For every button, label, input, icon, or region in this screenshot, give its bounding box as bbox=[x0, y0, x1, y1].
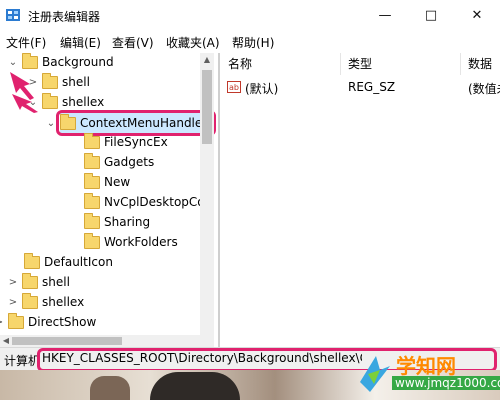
watermark-url: www.jmqz1000.com bbox=[392, 376, 500, 390]
folder-icon bbox=[84, 192, 100, 209]
column-header-data[interactable]: 数据 bbox=[468, 55, 492, 72]
value-name: (默认) bbox=[245, 82, 279, 96]
scroll-left-arrow-icon[interactable]: ◀ bbox=[0, 335, 12, 347]
tree-item-workfolders[interactable]: WorkFolders bbox=[84, 232, 178, 252]
column-divider[interactable] bbox=[340, 53, 341, 75]
pointer-arrows-icon bbox=[10, 72, 38, 113]
minimize-button[interactable]: — bbox=[362, 0, 408, 31]
menu-file[interactable]: 文件(F) bbox=[6, 34, 46, 51]
tree-item-label: Background bbox=[42, 55, 114, 69]
registry-path[interactable]: HKEY_CLASSES_ROOT\Directory\Background\s… bbox=[42, 351, 362, 365]
tree-item-label: Gadgets bbox=[104, 155, 155, 169]
folder-icon bbox=[84, 152, 100, 169]
value-data: (数值未 bbox=[468, 82, 500, 96]
menu-view[interactable]: 查看(V) bbox=[112, 34, 154, 51]
tree-item-label: shellex bbox=[42, 295, 85, 309]
tree-hscroll-thumb[interactable] bbox=[12, 337, 122, 345]
menu-favorites[interactable]: 收藏夹(A) bbox=[166, 34, 220, 51]
tree-scroll-thumb[interactable] bbox=[202, 70, 212, 144]
folder-icon bbox=[22, 52, 38, 69]
tree-item-gadgets[interactable]: Gadgets bbox=[84, 152, 154, 172]
watermark-logo-icon bbox=[360, 356, 390, 392]
maximize-button[interactable]: □ bbox=[408, 0, 454, 31]
folder-icon bbox=[22, 272, 38, 289]
tree-item-directshow[interactable]: > DirectShow bbox=[0, 312, 96, 332]
menu-bar: 文件(F) 编辑(E) 查看(V) 收藏夹(A) 帮助(H) bbox=[0, 31, 500, 53]
tree-item-sharing[interactable]: Sharing bbox=[84, 212, 150, 232]
title-bar: 注册表编辑器 — □ ✕ bbox=[0, 0, 500, 31]
value-type: REG_SZ bbox=[348, 80, 396, 94]
menu-help[interactable]: 帮助(H) bbox=[232, 34, 274, 51]
folder-icon bbox=[84, 172, 100, 189]
tree-item-filesyncex[interactable]: FileSyncEx bbox=[84, 132, 168, 152]
close-button[interactable]: ✕ bbox=[454, 0, 500, 31]
expand-arrow-icon[interactable]: > bbox=[8, 297, 18, 308]
tree-item-label: New bbox=[104, 175, 131, 189]
folder-icon bbox=[24, 252, 40, 269]
string-value-icon: ab bbox=[227, 81, 241, 93]
tree-item-label: Sharing bbox=[104, 215, 151, 229]
tree-item-label: shell bbox=[42, 275, 70, 289]
window-controls: — □ ✕ bbox=[362, 0, 500, 31]
watermark-title: 学知网 bbox=[396, 354, 456, 378]
folder-icon bbox=[22, 292, 38, 309]
tree-item-label: shellex bbox=[62, 95, 105, 109]
folder-icon bbox=[84, 212, 100, 229]
expand-arrow-icon[interactable]: > bbox=[0, 317, 4, 328]
tree-item-label: DefaultIcon bbox=[44, 255, 113, 269]
tree-item-label: FileSyncEx bbox=[104, 135, 168, 149]
folder-icon bbox=[8, 312, 24, 329]
registry-editor-icon bbox=[6, 9, 20, 21]
collapse-arrow-icon[interactable]: ⌄ bbox=[8, 57, 18, 68]
background-photo-detail bbox=[90, 376, 130, 400]
folder-icon bbox=[84, 232, 100, 249]
menu-edit[interactable]: 编辑(E) bbox=[60, 34, 101, 51]
scroll-up-arrow-icon[interactable]: ▲ bbox=[200, 53, 214, 67]
status-label: 计算机 bbox=[4, 354, 41, 368]
tree-item-shell-2[interactable]: > shell bbox=[8, 272, 70, 292]
tree-item-label: WorkFolders bbox=[104, 235, 178, 249]
tree-item-nvcpldesktopcontext[interactable]: NvCplDesktopCo bbox=[84, 192, 205, 212]
column-header-type[interactable]: 类型 bbox=[348, 55, 372, 72]
column-header-name[interactable]: 名称 bbox=[228, 55, 252, 72]
tree-item-label: shell bbox=[62, 75, 90, 89]
column-divider[interactable] bbox=[460, 53, 461, 75]
collapse-arrow-icon[interactable]: ⌄ bbox=[46, 118, 56, 129]
folder-icon bbox=[84, 132, 100, 149]
tree-item-new[interactable]: New bbox=[84, 172, 130, 192]
expand-arrow-icon[interactable]: > bbox=[8, 277, 18, 288]
window-title: 注册表编辑器 bbox=[28, 10, 101, 24]
tree-item-label: NvCplDesktopCo bbox=[104, 195, 205, 209]
values-list-pane: 名称 类型 数据 bbox=[220, 53, 500, 347]
tree-item-defaulticon[interactable]: DefaultIcon bbox=[24, 252, 113, 272]
tree-item-shellex-2[interactable]: > shellex bbox=[8, 292, 84, 312]
tree-item-label: DirectShow bbox=[28, 315, 97, 329]
background-photo-detail bbox=[150, 372, 240, 400]
